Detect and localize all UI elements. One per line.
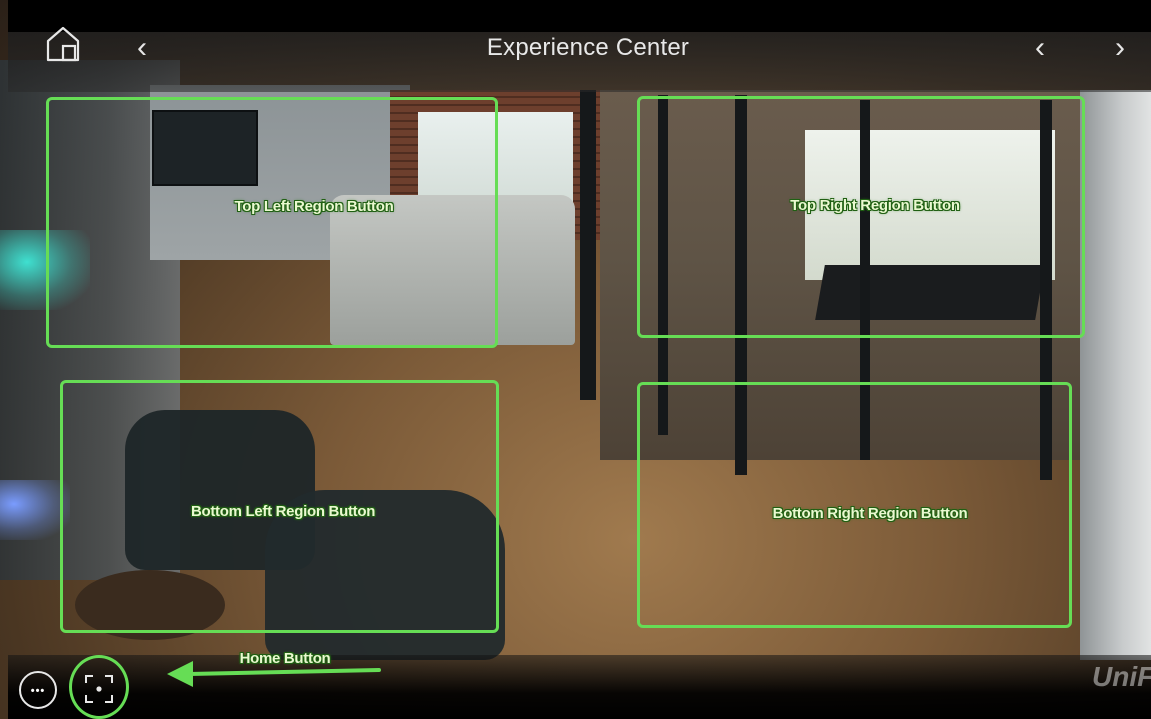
header-bar: ‹ Experience Center ‹ › — [8, 0, 1151, 92]
region-label: Bottom Right Region Button — [772, 505, 968, 522]
top-left-region-button[interactable]: Top Left Region Button — [46, 97, 498, 348]
scene-wall-right — [1080, 90, 1151, 660]
bottom-left-region-button[interactable]: Bottom Left Region Button — [60, 380, 499, 633]
chevron-right-icon: › — [1115, 31, 1125, 64]
bottom-right-region-button[interactable]: Bottom Right Region Button — [637, 382, 1072, 628]
focus-center-icon — [85, 675, 113, 703]
more-options-button[interactable]: ••• — [19, 671, 57, 709]
region-label: Bottom Left Region Button — [190, 503, 376, 520]
home-button-label: Home Button — [239, 650, 331, 667]
chevron-left-icon: ‹ — [137, 31, 147, 64]
home-button[interactable] — [83, 673, 115, 705]
scene-glass-frame — [580, 90, 596, 400]
previous-camera-button[interactable]: ‹ — [130, 28, 154, 68]
region-label: Top Right Region Button — [790, 197, 960, 214]
next-camera-button[interactable]: › — [1108, 28, 1132, 68]
chevron-left-icon: ‹ — [1035, 31, 1045, 64]
camera-view-screen: ‹ Experience Center ‹ › Top Left Region … — [0, 0, 1151, 719]
region-label: Top Left Region Button — [234, 198, 394, 215]
home-icon[interactable] — [44, 24, 82, 64]
unifi-watermark: UniF — [1092, 661, 1151, 692]
more-options-icon: ••• — [30, 685, 46, 697]
top-right-region-button[interactable]: Top Right Region Button — [637, 96, 1085, 338]
page-title: Experience Center — [486, 34, 690, 61]
previous-page-button[interactable]: ‹ — [1028, 28, 1052, 68]
